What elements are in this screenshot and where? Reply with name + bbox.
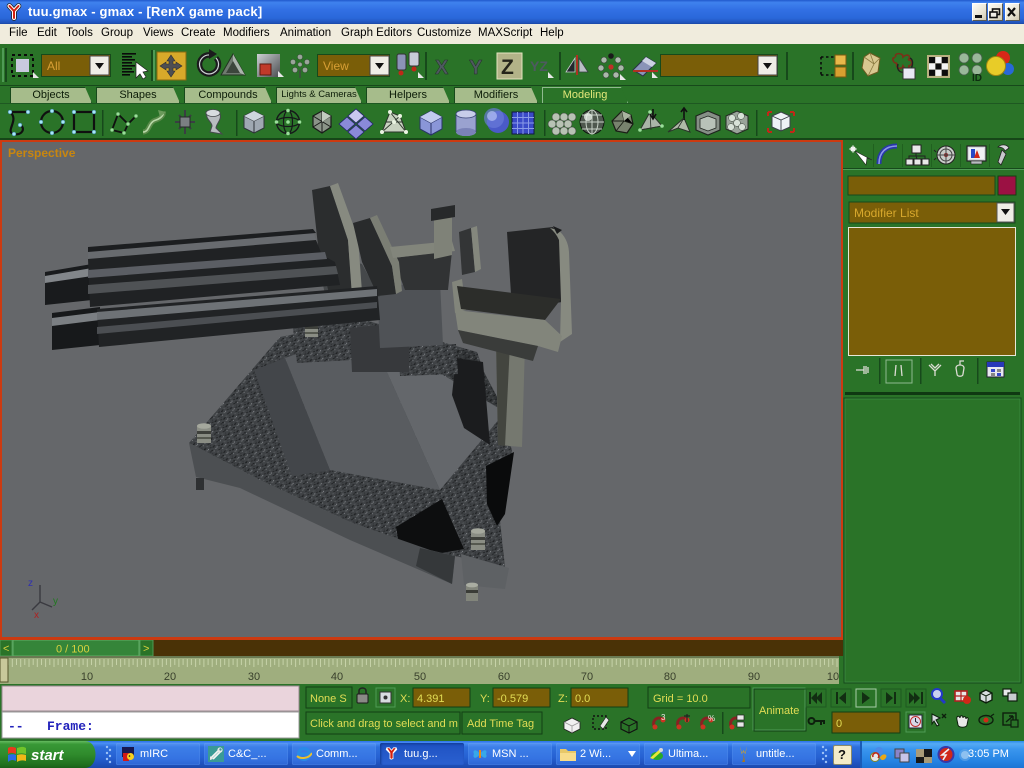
- svg-text:Add Time Tag: Add Time Tag: [467, 718, 534, 730]
- svg-text:None S: None S: [310, 693, 347, 705]
- svg-text:70: 70: [581, 671, 593, 683]
- svg-text:View: View: [323, 59, 349, 73]
- svg-text:50: 50: [414, 671, 426, 683]
- svg-text:-- Frame:: -- Frame:: [8, 719, 94, 734]
- svg-text:y: y: [53, 596, 58, 607]
- svg-text:Animate: Animate: [759, 705, 799, 717]
- svg-text:10: 10: [827, 671, 839, 683]
- svg-text:Modifier List: Modifier List: [854, 206, 919, 220]
- svg-text:40: 40: [331, 671, 343, 683]
- svg-text:90: 90: [748, 671, 760, 683]
- svg-text:4.391: 4.391: [417, 693, 445, 705]
- svg-text:x: x: [34, 610, 39, 621]
- svg-text:0.0: 0.0: [575, 693, 590, 705]
- svg-text:YZ: YZ: [530, 58, 548, 74]
- svg-text:start: start: [31, 747, 65, 764]
- svg-text:Z:: Z:: [558, 693, 568, 705]
- svg-text:60: 60: [498, 671, 510, 683]
- svg-text:Grid = 10.0: Grid = 10.0: [653, 693, 708, 705]
- svg-text:<: <: [3, 643, 9, 655]
- svg-text:>: >: [143, 643, 149, 655]
- svg-text:30: 30: [248, 671, 260, 683]
- svg-text:Y: Y: [469, 57, 483, 79]
- svg-text:10: 10: [81, 671, 93, 683]
- svg-text:%: %: [708, 714, 715, 723]
- svg-text:0: 0: [836, 718, 842, 730]
- svg-text:-0.579: -0.579: [497, 693, 528, 705]
- svg-text:Click and drag to select and m: Click and drag to select and m: [310, 718, 458, 730]
- svg-text:All: All: [47, 59, 60, 73]
- svg-text:X:: X:: [400, 693, 410, 705]
- svg-text:Y:: Y:: [480, 693, 490, 705]
- svg-text:20: 20: [164, 671, 176, 683]
- svg-text:3: 3: [661, 713, 666, 722]
- svg-text:ID: ID: [972, 73, 982, 84]
- svg-text:X: X: [435, 57, 449, 79]
- svg-text:z: z: [28, 578, 33, 589]
- svg-text:80: 80: [664, 671, 676, 683]
- svg-text:0 / 100: 0 / 100: [56, 644, 90, 656]
- svg-text:Z: Z: [501, 56, 514, 79]
